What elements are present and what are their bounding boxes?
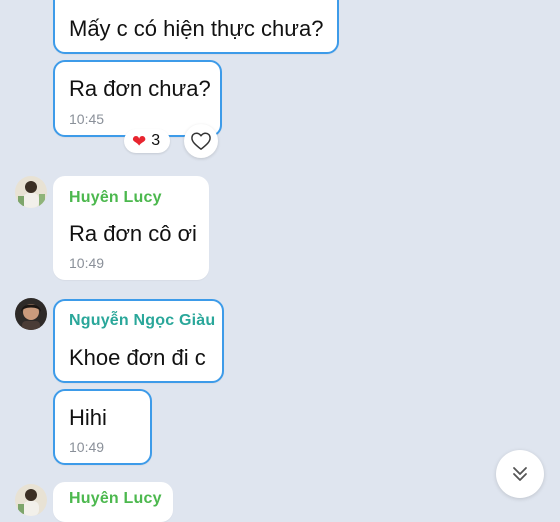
message-text: Ra đơn chưa? xyxy=(69,76,211,101)
message-bubble[interactable]: Hihi 10:49 xyxy=(53,389,152,465)
avatar[interactable] xyxy=(15,176,47,208)
message-text: Khoe đơn đi c xyxy=(69,345,206,370)
message-text: Ra đơn cô ơi xyxy=(69,221,197,246)
message-text: Mấy c có hiện thực chưa? xyxy=(69,16,324,41)
avatar-image xyxy=(15,298,47,330)
add-reaction-button[interactable] xyxy=(184,124,218,158)
message-time: 10:45 xyxy=(69,111,105,127)
message-bubble[interactable]: Huyên Lucy xyxy=(53,482,173,522)
sender-name: Huyên Lucy xyxy=(69,189,162,206)
message-bubble[interactable]: Mấy c có hiện thực chưa? xyxy=(53,0,339,54)
reaction-count: 3 xyxy=(151,132,161,149)
message-bubble[interactable]: Nguyễn Ngọc Giàu Khoe đơn đi c xyxy=(53,299,224,383)
heart-outline-icon xyxy=(191,132,211,150)
scroll-to-bottom-button[interactable] xyxy=(496,450,544,498)
sender-name: Nguyễn Ngọc Giàu xyxy=(69,312,216,329)
heart-icon: ❤ xyxy=(132,131,147,151)
avatar[interactable] xyxy=(15,298,47,330)
sender-name: Huyên Lucy xyxy=(69,490,162,507)
reaction-badge[interactable]: ❤ 3 xyxy=(124,129,170,153)
message-time: 10:49 xyxy=(69,439,105,455)
avatar[interactable] xyxy=(15,484,47,516)
message-time: 10:49 xyxy=(69,255,105,271)
avatar-image xyxy=(15,176,47,208)
message-bubble[interactable]: Huyên Lucy Ra đơn cô ơi 10:49 xyxy=(53,176,209,280)
avatar-image xyxy=(15,484,47,516)
double-chevron-down-icon xyxy=(513,467,527,481)
message-text: Hihi xyxy=(69,405,107,430)
